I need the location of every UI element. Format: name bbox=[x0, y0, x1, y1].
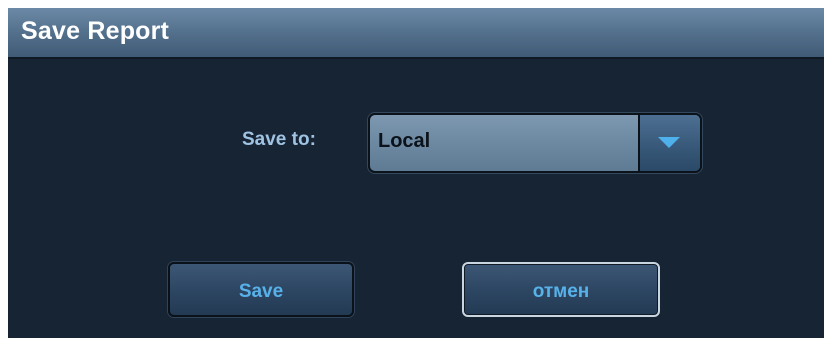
cancel-button[interactable]: отмен bbox=[462, 262, 660, 317]
dropdown-button[interactable] bbox=[638, 115, 700, 171]
save-to-label: Save to: bbox=[242, 129, 316, 150]
chevron-down-icon bbox=[658, 137, 680, 148]
save-to-dropdown[interactable]: Local bbox=[368, 113, 702, 173]
title-bar: Save Report bbox=[8, 8, 824, 59]
dialog-title: Save Report bbox=[21, 17, 170, 45]
save-report-dialog: Save Report Save to: Local Save отмен bbox=[8, 8, 824, 338]
save-button[interactable]: Save bbox=[168, 262, 354, 317]
save-to-value: Local bbox=[378, 130, 431, 152]
